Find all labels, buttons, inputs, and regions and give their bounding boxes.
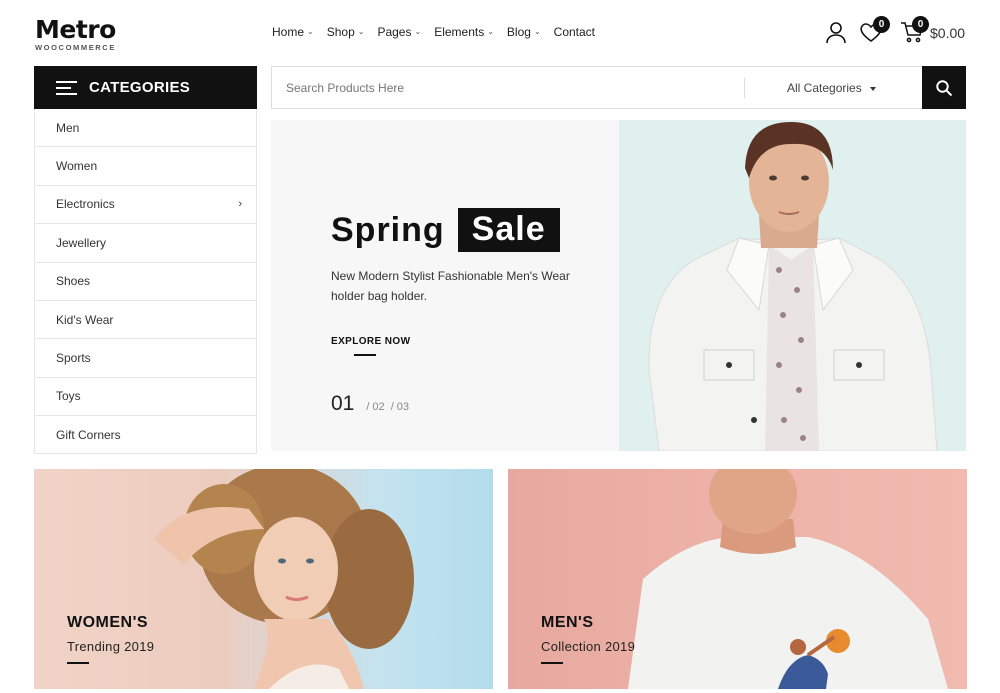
nav-label: Home: [272, 25, 305, 39]
banner-title: MEN'S: [541, 614, 594, 631]
categories-title: CATEGORIES: [89, 79, 191, 96]
category-item-gift-corners[interactable]: Gift Corners: [35, 416, 256, 454]
hero-title: Spring Sale: [331, 208, 560, 252]
cart-total[interactable]: $0.00: [930, 25, 965, 41]
nav-item-elements[interactable]: Elements ⌄: [434, 24, 494, 40]
search-category-select[interactable]: All Categories: [787, 81, 862, 95]
chevron-down-icon: ⌄: [533, 27, 541, 36]
category-item-men[interactable]: Men: [35, 109, 256, 148]
womens-banner[interactable]: WOMEN'S Trending 2019: [34, 469, 493, 689]
explore-now-link[interactable]: EXPLORE NOW: [331, 336, 410, 347]
banner-underline: [67, 662, 89, 664]
menu-icon: [56, 80, 77, 95]
hero-description: New Modern Stylist Fashionable Men's Wea…: [331, 269, 570, 303]
nav-item-blog[interactable]: Blog ⌄: [507, 24, 541, 40]
header-actions: 0 0 $0.00: [824, 16, 974, 48]
nav-item-contact[interactable]: Contact: [554, 24, 595, 40]
category-item-kids-wear[interactable]: Kid's Wear: [35, 301, 256, 340]
category-label: Gift Corners: [56, 428, 121, 443]
main-nav: Home ⌄ Shop ⌄ Pages ⌄ Elements ⌄ Blog ⌄ Conta…: [272, 24, 608, 40]
nav-item-home[interactable]: Home ⌄: [272, 24, 314, 40]
category-label: Kid's Wear: [56, 312, 114, 327]
hero-slider: Spring Sale New Modern Stylist Fashionab…: [271, 120, 966, 451]
search-icon: [936, 79, 953, 96]
mens-banner[interactable]: MEN'S Collection 2019: [508, 469, 967, 689]
user-icon[interactable]: [824, 20, 848, 44]
category-label: Toys: [56, 389, 81, 404]
search-button[interactable]: [922, 66, 966, 109]
category-item-electronics[interactable]: Electronics ›: [35, 186, 256, 225]
categories-toggle[interactable]: CATEGORIES: [34, 66, 257, 109]
mens-model-illustration: [628, 469, 948, 689]
slide-current: 01: [331, 392, 355, 415]
categories-list: Men Women Electronics › Jewellery Shoes K…: [34, 109, 257, 454]
category-label: Electronics: [56, 197, 115, 212]
nav-item-shop[interactable]: Shop ⌄: [327, 24, 365, 40]
category-item-jewellery[interactable]: Jewellery: [35, 224, 256, 263]
category-label: Men: [56, 120, 80, 135]
wishlist-count-badge: 0: [873, 16, 890, 33]
category-item-toys[interactable]: Toys: [35, 378, 256, 417]
nav-item-pages[interactable]: Pages ⌄: [377, 24, 421, 40]
category-label: Shoes: [56, 274, 91, 289]
nav-label: Pages: [377, 25, 412, 39]
nav-label: Contact: [553, 25, 596, 39]
hero-title-plain: Spring: [331, 210, 445, 249]
banner-title: WOMEN'S: [67, 614, 149, 631]
womens-model-illustration: [154, 469, 414, 689]
chevron-right-icon: ›: [238, 198, 242, 211]
chevron-down-icon: ⌄: [357, 27, 365, 36]
banner-subtitle: Trending 2019: [67, 639, 155, 654]
slide-separator: /: [366, 401, 370, 413]
slide-page-3[interactable]: 03: [397, 401, 409, 413]
nav-label: Blog: [506, 25, 531, 39]
slide-page-2[interactable]: 02: [372, 401, 384, 413]
search-divider: [744, 78, 745, 98]
slide-separator: /: [387, 401, 394, 413]
chevron-down-icon: ⌄: [307, 27, 314, 36]
model-illustration: [648, 122, 938, 451]
category-item-shoes[interactable]: Shoes: [35, 263, 256, 301]
logo-subtitle: WOOCOMMERCE: [35, 43, 116, 52]
category-label: Jewellery: [56, 235, 107, 250]
hero-title-highlight: Sale: [457, 208, 560, 252]
chevron-down-icon: ⌄: [487, 27, 494, 36]
category-item-women[interactable]: Women: [35, 147, 256, 186]
category-label: Women: [56, 159, 98, 174]
search-input[interactable]: [272, 67, 742, 108]
banner-underline: [541, 662, 563, 664]
category-label: Sports: [56, 351, 91, 366]
chevron-down-icon: ⌄: [414, 27, 422, 36]
cta-underline: [354, 354, 376, 356]
cart-count-badge: 0: [912, 16, 929, 33]
nav-label: Elements: [434, 25, 485, 39]
search-bar: All Categories: [271, 66, 966, 109]
category-item-sports[interactable]: Sports: [35, 339, 256, 378]
banner-subtitle: Collection 2019: [541, 639, 636, 654]
caret-down-icon: [870, 87, 876, 91]
nav-label: Shop: [326, 25, 355, 39]
logo[interactable]: Metro WOOCOMMERCE: [35, 15, 125, 53]
hero-model-image: [619, 120, 966, 451]
logo-word: Metro: [35, 15, 116, 44]
slide-pagination: 01 / 02 / 03: [331, 392, 409, 416]
